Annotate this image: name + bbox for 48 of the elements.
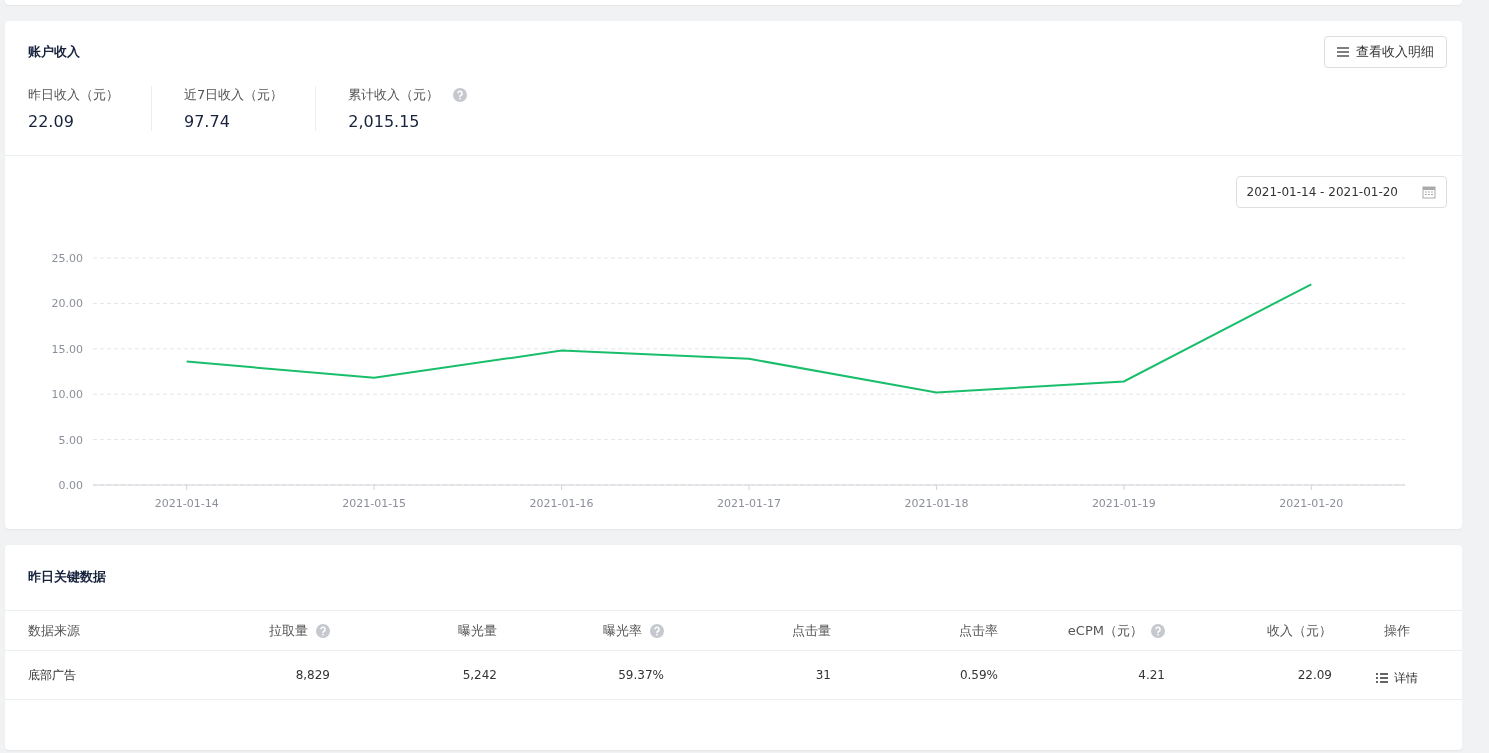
help-icon[interactable] xyxy=(453,88,468,102)
x-tick-label: 2021-01-15 xyxy=(342,497,407,510)
column-header: 曝光率 xyxy=(603,621,642,640)
help-icon[interactable] xyxy=(316,623,330,638)
x-tick-label: 2021-01-14 xyxy=(154,497,219,510)
stat-value: 2,015.15 xyxy=(348,112,421,131)
y-tick-label: 20.00 xyxy=(51,297,83,311)
column-header: 收入（元） xyxy=(1267,621,1332,640)
stat-label: 近7日收入（元） xyxy=(184,86,284,104)
income-detail-button[interactable]: 查看收入明细 xyxy=(1324,36,1447,68)
x-tick-label: 2021-01-17 xyxy=(717,497,781,510)
table-cell: 8,829 xyxy=(295,668,330,682)
x-tick-label: 2021-01-18 xyxy=(904,497,969,510)
help-icon[interactable] xyxy=(1151,623,1165,638)
stat-value: 97.74 xyxy=(184,112,231,131)
table-cell: 31 xyxy=(815,668,831,682)
x-tick-label: 2021-01-16 xyxy=(529,497,594,510)
y-tick-label: 0.00 xyxy=(58,479,83,492)
y-tick-label: 25.00 xyxy=(51,252,83,265)
table-cell: 59.37% xyxy=(618,668,664,682)
detail-link[interactable]: 详情 xyxy=(1376,669,1418,687)
y-tick-label: 5.00 xyxy=(58,433,83,447)
x-tick-label: 2021-01-20 xyxy=(1279,497,1344,510)
column-header: 曝光量 xyxy=(458,621,497,640)
column-header: 数据来源 xyxy=(28,621,80,640)
column-header: 点击率 xyxy=(959,621,998,640)
column-header: 操作 xyxy=(1384,621,1410,640)
column-header: eCPM（元） xyxy=(1067,621,1143,640)
menu-icon xyxy=(1337,47,1349,57)
x-tick-label: 2021-01-19 xyxy=(1091,497,1156,510)
y-tick-label: 10.00 xyxy=(51,388,83,402)
table-cell: 底部广告 xyxy=(28,666,76,684)
stat-value: 22.09 xyxy=(28,112,75,131)
calendar-icon xyxy=(1422,185,1436,199)
table-cell: 0.59% xyxy=(959,668,998,682)
card-title: 昨日关键数据 xyxy=(27,568,107,586)
y-tick-label: 15.00 xyxy=(51,342,83,356)
table-cell: 5,242 xyxy=(462,668,497,682)
table-cell: 22.09 xyxy=(1297,668,1332,682)
help-icon[interactable] xyxy=(650,623,664,638)
column-header: 点击量 xyxy=(792,621,831,640)
column-header: 拉取量 xyxy=(269,621,308,640)
table-cell: 4.21 xyxy=(1138,668,1165,682)
card-title: 账户收入 xyxy=(28,43,80,61)
stat-label: 累计收入（元） xyxy=(348,86,440,104)
date-range-field[interactable]: 2021-01-14 - 2021-01-20 xyxy=(1235,176,1447,208)
stat-label: 昨日收入（元） xyxy=(28,86,119,104)
list-icon xyxy=(1376,673,1388,683)
